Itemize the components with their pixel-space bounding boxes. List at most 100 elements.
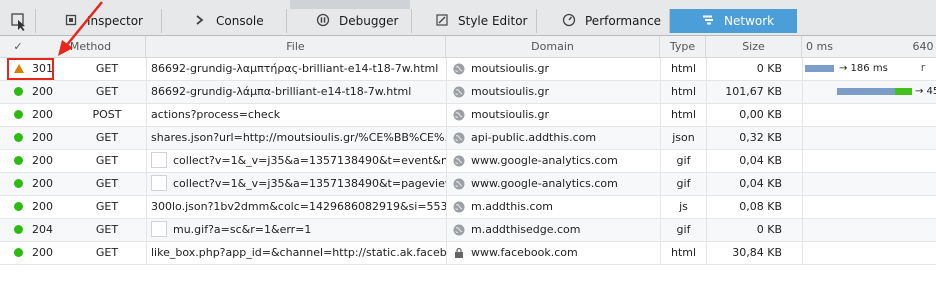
file-cell: 86692-grundig-λαμπτήρας-brilliant-e14-t1… <box>146 58 446 80</box>
waterfall-bar <box>895 88 912 95</box>
file-name: collect?v=1&_v=j35&a=1357138490&t=event&… <box>173 154 446 167</box>
tab-network[interactable]: Network <box>670 9 797 33</box>
request-row[interactable]: 204 GET mu.gif?a=sc&r=1&err=1 m.addthisedge… <box>0 219 936 242</box>
domain-cell: www.google-analytics.com <box>446 150 660 172</box>
file-cell: like_box.php?app_id=&channel=http://stat… <box>146 242 446 264</box>
type-cell: gif <box>660 219 706 241</box>
type-cell: html <box>660 81 706 103</box>
status-code: 200 <box>32 177 53 190</box>
request-row[interactable]: 200 GET shares.json?url=http://moutsioulis… <box>0 127 936 150</box>
status-code: 200 <box>32 131 53 144</box>
header-size[interactable]: Size <box>706 36 802 58</box>
header-waterfall[interactable]: 0 ms 640 r <box>802 36 936 74</box>
performance-icon <box>559 13 579 30</box>
console-icon <box>190 14 210 29</box>
waterfall-bar <box>805 65 834 72</box>
file-cell: shares.json?url=http://moutsioulis.gr/%C… <box>146 127 446 149</box>
annotation-arrow-icon <box>58 1 103 56</box>
size-cell: 0 KB <box>706 219 802 241</box>
size-cell: 101,67 KB <box>706 81 802 103</box>
globe-icon <box>453 201 465 213</box>
success-status-icon <box>14 87 23 96</box>
status-code: 200 <box>32 85 53 98</box>
domain-cell: moutsioulis.gr <box>446 58 660 80</box>
method-cell: GET <box>95 223 119 236</box>
waterfall-cell <box>802 104 936 126</box>
waterfall-cell <box>802 219 936 241</box>
network-icon <box>698 14 718 29</box>
domain-cell: m.addthisedge.com <box>446 219 660 241</box>
type-cell: html <box>660 242 706 264</box>
type-cell: html <box>660 58 706 80</box>
status-code: 200 <box>32 108 53 121</box>
image-thumbnail <box>151 221 167 237</box>
file-name: shares.json?url=http://moutsioulis.gr/%C… <box>151 131 446 144</box>
window-backdrop <box>290 0 410 9</box>
globe-icon <box>453 109 465 121</box>
waterfall-cell <box>802 196 936 218</box>
status-code: 200 <box>32 154 53 167</box>
globe-icon <box>453 132 465 144</box>
success-status-icon <box>14 202 23 211</box>
waterfall-cell <box>802 242 936 264</box>
status-cell: 200 <box>0 81 68 103</box>
tab-style-editor[interactable]: Style Editor <box>412 9 537 33</box>
tab-debugger[interactable]: Debugger <box>287 9 412 33</box>
tab-style-editor-label: Style Editor <box>458 14 528 28</box>
request-row[interactable]: 200 GET collect?v=1&_v=j35&a=1357138490&t=… <box>0 173 936 196</box>
size-cell: 0,32 KB <box>706 127 802 149</box>
method-cell: GET <box>95 85 119 98</box>
request-row[interactable]: 200 GET 86692-grundig-λάμπα-brilliant-e14-… <box>0 81 936 104</box>
status-cell: 200 <box>0 242 68 264</box>
status-cell: 200 <box>0 104 68 126</box>
method-cell: GET <box>95 200 119 213</box>
waterfall-cell: → 186 ms <box>802 58 936 80</box>
waterfall-cell: → 45 <box>802 81 936 103</box>
file-cell: actions?process=check <box>146 104 446 126</box>
waterfall-bar <box>837 88 895 95</box>
method-cell: GET <box>95 246 119 259</box>
file-name: mu.gif?a=sc&r=1&err=1 <box>173 223 312 236</box>
globe-icon <box>453 86 465 98</box>
domain-cell: www.facebook.com <box>446 242 660 264</box>
devtools-toolbar: Inspector Console Debugger Style Editor … <box>0 0 936 36</box>
request-row[interactable]: 200 POST actions?process=check moutsioulis.… <box>0 104 936 127</box>
file-name: like_box.php?app_id=&channel=http://stat… <box>151 246 446 259</box>
header-file[interactable]: File <box>146 36 446 58</box>
status-cell: 200 <box>0 173 68 195</box>
globe-icon <box>453 178 465 190</box>
size-cell: 0 KB <box>706 58 802 80</box>
tab-console[interactable]: Console <box>162 9 287 33</box>
file-name: 86692-grundig-λάμπα-brilliant-e14-t18-7w… <box>151 85 412 98</box>
tab-debugger-label: Debugger <box>339 14 399 28</box>
domain-name: api-public.addthis.com <box>471 131 597 144</box>
file-name: collect?v=1&_v=j35&a=1357138490&t=pagevi… <box>173 177 446 190</box>
header-type[interactable]: Type <box>660 36 706 58</box>
file-cell: mu.gif?a=sc&r=1&err=1 <box>146 219 446 241</box>
size-cell: 30,84 KB <box>706 242 802 264</box>
success-status-icon <box>14 248 23 257</box>
domain-cell: api-public.addthis.com <box>446 127 660 149</box>
file-cell: collect?v=1&_v=j35&a=1357138490&t=event&… <box>146 150 446 172</box>
status-code: 204 <box>32 223 53 236</box>
status-cell: 204 <box>0 219 68 241</box>
tab-performance-label: Performance <box>585 14 662 28</box>
request-row[interactable]: 200 GET collect?v=1&_v=j35&a=1357138490&t=… <box>0 150 936 173</box>
file-cell: 86692-grundig-λάμπα-brilliant-e14-t18-7w… <box>146 81 446 103</box>
waterfall-cell <box>802 173 936 195</box>
tab-performance[interactable]: Performance <box>537 9 670 33</box>
size-cell: 0,04 KB <box>706 173 802 195</box>
success-status-icon <box>14 156 23 165</box>
domain-name: m.addthisedge.com <box>471 223 581 236</box>
type-cell: gif <box>660 150 706 172</box>
request-row[interactable]: 200 GET 300lo.json?1bv2dmm&colc=1429686082… <box>0 196 936 219</box>
request-row[interactable]: 200 GET like_box.php?app_id=&channel=http:… <box>0 242 936 265</box>
domain-cell: moutsioulis.gr <box>446 81 660 103</box>
header-domain[interactable]: Domain <box>446 36 660 58</box>
type-cell: gif <box>660 173 706 195</box>
request-row[interactable]: 301 GET 86692-grundig-λαμπτήρας-brilliant-… <box>0 58 936 81</box>
status-code: 200 <box>32 200 53 213</box>
method-cell: POST <box>92 108 122 121</box>
domain-name: moutsioulis.gr <box>471 108 550 121</box>
domain-name: www.google-analytics.com <box>471 154 618 167</box>
